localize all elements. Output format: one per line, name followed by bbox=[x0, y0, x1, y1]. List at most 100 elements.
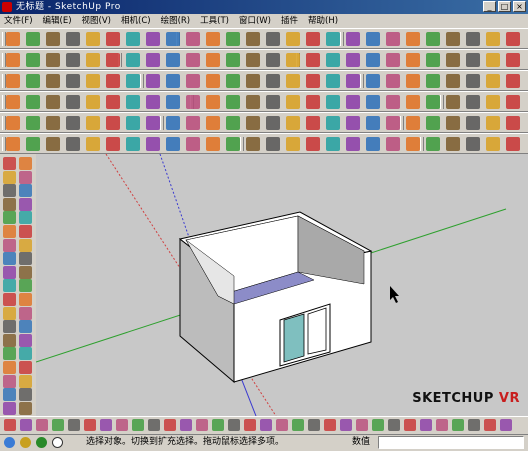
tool-icon[interactable] bbox=[466, 74, 480, 88]
tool-icon[interactable] bbox=[366, 32, 380, 46]
tool-icon[interactable] bbox=[386, 137, 400, 151]
tool-icon[interactable] bbox=[166, 32, 180, 46]
tool-icon[interactable] bbox=[226, 74, 240, 88]
bottom-tool-icon[interactable] bbox=[468, 419, 480, 431]
tool-icon[interactable] bbox=[166, 137, 180, 151]
tool-icon[interactable] bbox=[486, 53, 500, 67]
account-icon[interactable] bbox=[36, 437, 47, 448]
bottom-tool-icon[interactable] bbox=[20, 419, 32, 431]
left-tool-icon[interactable] bbox=[19, 388, 32, 402]
tool-icon[interactable] bbox=[146, 116, 160, 130]
tool-icon[interactable] bbox=[266, 137, 280, 151]
tool-icon[interactable] bbox=[226, 95, 240, 109]
tool-icon[interactable] bbox=[166, 95, 180, 109]
tool-icon[interactable] bbox=[86, 53, 100, 67]
viewport[interactable]: SKETCHUP VR bbox=[36, 154, 528, 416]
close-button[interactable]: × bbox=[513, 1, 526, 12]
tool-icon[interactable] bbox=[326, 116, 340, 130]
tool-icon[interactable] bbox=[286, 53, 300, 67]
tool-icon[interactable] bbox=[6, 74, 20, 88]
bottom-tool-icon[interactable] bbox=[388, 419, 400, 431]
left-tool-icon[interactable] bbox=[3, 320, 16, 334]
tool-icon[interactable] bbox=[66, 74, 80, 88]
left-tool-icon[interactable] bbox=[3, 170, 16, 184]
tool-icon[interactable] bbox=[166, 74, 180, 88]
tool-icon[interactable] bbox=[286, 32, 300, 46]
tool-icon[interactable] bbox=[106, 116, 120, 130]
menu-window[interactable]: 窗口(W) bbox=[235, 14, 277, 28]
bottom-tool-icon[interactable] bbox=[356, 419, 368, 431]
toolbar-grip[interactable] bbox=[400, 116, 404, 130]
tool-icon[interactable] bbox=[386, 116, 400, 130]
tool-icon[interactable] bbox=[306, 116, 320, 130]
left-tool-icon[interactable] bbox=[3, 293, 16, 306]
menu-draw[interactable]: 绘图(R) bbox=[157, 14, 197, 28]
left-tool-icon[interactable] bbox=[3, 388, 16, 402]
tool-icon[interactable] bbox=[106, 95, 120, 109]
bottom-tool-icon[interactable] bbox=[116, 419, 128, 431]
tool-icon[interactable] bbox=[86, 32, 100, 46]
tool-icon[interactable] bbox=[306, 95, 320, 109]
tool-icon[interactable] bbox=[246, 137, 260, 151]
tool-icon[interactable] bbox=[6, 137, 20, 151]
tool-icon[interactable] bbox=[6, 32, 20, 46]
tool-icon[interactable] bbox=[266, 32, 280, 46]
left-tool-icon[interactable] bbox=[19, 333, 32, 347]
tool-icon[interactable] bbox=[366, 116, 380, 130]
tool-icon[interactable] bbox=[306, 53, 320, 67]
tool-icon[interactable] bbox=[126, 74, 140, 88]
menu-edit[interactable]: 编辑(E) bbox=[39, 14, 78, 28]
left-tool-icon[interactable] bbox=[3, 374, 16, 388]
tool-icon[interactable] bbox=[326, 32, 340, 46]
tool-icon[interactable] bbox=[346, 116, 360, 130]
tool-icon[interactable] bbox=[146, 95, 160, 109]
bottom-tool-icon[interactable] bbox=[196, 419, 208, 431]
tool-icon[interactable] bbox=[326, 137, 340, 151]
bottom-tool-icon[interactable] bbox=[4, 419, 16, 431]
tool-icon[interactable] bbox=[106, 74, 120, 88]
tool-icon[interactable] bbox=[506, 95, 520, 109]
tool-icon[interactable] bbox=[106, 137, 120, 151]
tool-icon[interactable] bbox=[306, 32, 320, 46]
bottom-tool-icon[interactable] bbox=[484, 419, 496, 431]
tool-icon[interactable] bbox=[346, 137, 360, 151]
tool-icon[interactable] bbox=[386, 74, 400, 88]
tool-icon[interactable] bbox=[206, 74, 220, 88]
tool-icon[interactable] bbox=[306, 137, 320, 151]
menu-plugins[interactable]: 插件 bbox=[277, 14, 304, 28]
tool-icon[interactable] bbox=[126, 137, 140, 151]
left-tool-icon[interactable] bbox=[19, 252, 32, 266]
left-tool-icon[interactable] bbox=[3, 265, 16, 279]
tool-icon[interactable] bbox=[126, 95, 140, 109]
tool-icon[interactable] bbox=[386, 95, 400, 109]
left-tool-icon[interactable] bbox=[19, 238, 32, 252]
tool-icon[interactable] bbox=[426, 32, 440, 46]
tool-icon[interactable] bbox=[266, 74, 280, 88]
tool-icon[interactable] bbox=[46, 32, 60, 46]
tool-icon[interactable] bbox=[286, 116, 300, 130]
left-tool-icon[interactable] bbox=[3, 211, 16, 225]
tool-icon[interactable] bbox=[506, 74, 520, 88]
tool-icon[interactable] bbox=[226, 116, 240, 130]
left-tool-icon[interactable] bbox=[19, 265, 32, 279]
tool-icon[interactable] bbox=[426, 116, 440, 130]
left-tool-icon[interactable] bbox=[19, 279, 32, 293]
measurements-input[interactable] bbox=[378, 436, 524, 449]
tool-icon[interactable] bbox=[466, 116, 480, 130]
bottom-tool-icon[interactable] bbox=[436, 419, 448, 431]
tool-icon[interactable] bbox=[206, 95, 220, 109]
tool-icon[interactable] bbox=[286, 137, 300, 151]
left-tool-icon[interactable] bbox=[3, 279, 16, 293]
left-tool-icon[interactable] bbox=[3, 157, 16, 170]
tool-icon[interactable] bbox=[346, 95, 360, 109]
bottom-tool-icon[interactable] bbox=[132, 419, 144, 431]
left-tool-icon[interactable] bbox=[3, 306, 16, 320]
tool-icon[interactable] bbox=[146, 32, 160, 46]
left-tool-icon[interactable] bbox=[19, 401, 32, 415]
tool-icon[interactable] bbox=[246, 53, 260, 67]
tool-icon[interactable] bbox=[26, 32, 40, 46]
tool-icon[interactable] bbox=[486, 95, 500, 109]
tool-icon[interactable] bbox=[406, 137, 420, 151]
tool-icon[interactable] bbox=[46, 137, 60, 151]
tool-icon[interactable] bbox=[126, 32, 140, 46]
